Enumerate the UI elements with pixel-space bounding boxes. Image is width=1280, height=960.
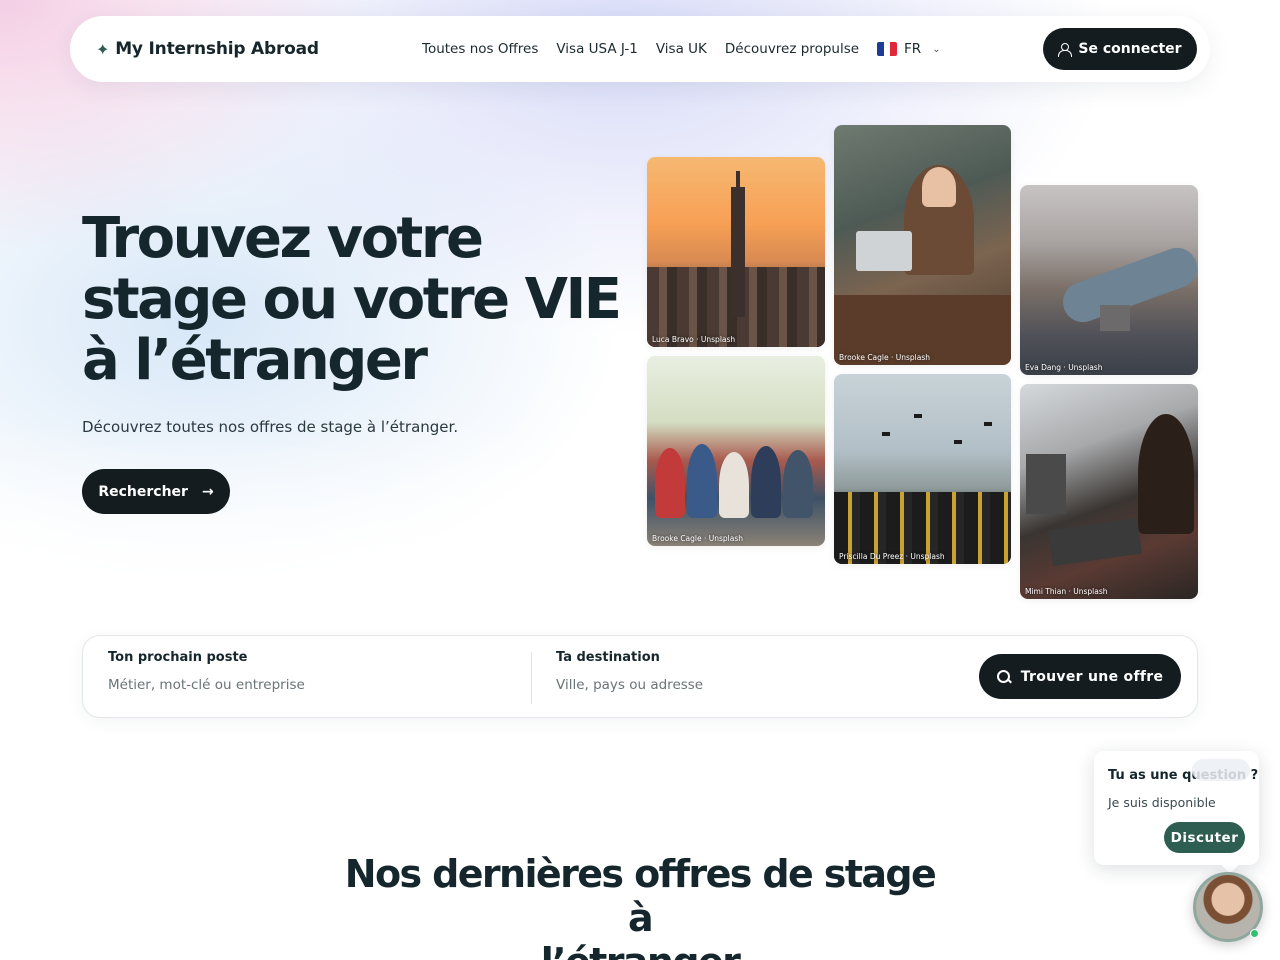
chat-close-button[interactable] [1192, 759, 1250, 781]
find-offer-button[interactable]: Trouver une offre [979, 654, 1181, 699]
section-title-line-2: l’étranger [340, 940, 940, 960]
chat-popup: Tu as une question ? Je suis disponible … [1094, 751, 1259, 865]
chat-discuss-button[interactable]: Discuter [1164, 822, 1245, 853]
graduation-cap-shape [914, 414, 922, 418]
chevron-down-icon: ⌄ [932, 43, 941, 55]
language-selector[interactable]: FR ⌄ [877, 41, 941, 57]
nav-link-propulse[interactable]: Découvrez propulse [725, 41, 859, 57]
person-shape [1138, 414, 1194, 534]
hero-title-line-2: stage ou votre VIE [82, 267, 622, 332]
nav-link-visa-uk[interactable]: Visa UK [656, 41, 707, 57]
person-face-shape [922, 167, 956, 207]
person-shape [783, 450, 813, 518]
france-flag-icon [877, 42, 898, 56]
photo-credit: Priscilla Du Preez · Unsplash [839, 552, 945, 561]
latest-offers-title: Nos dernières offres de stage à l’étrang… [340, 852, 940, 960]
photo-credit: Brooke Cagle · Unsplash [839, 353, 931, 362]
photo-credit: Mimi Thian · Unsplash [1025, 587, 1108, 596]
destination-input[interactable]: Ville, pays ou adresse [556, 677, 703, 693]
job-input[interactable]: Métier, mot-clé ou entreprise [108, 677, 305, 693]
person-shape [719, 452, 749, 518]
sparkle-icon: ✦ [96, 39, 110, 59]
photo-credit: Eva Dang · Unsplash [1025, 363, 1103, 372]
search-icon [996, 669, 1011, 684]
graduation-cap-shape [882, 432, 890, 436]
nav-link-visa-usa[interactable]: Visa USA J-1 [556, 41, 637, 57]
person-shape [655, 448, 685, 518]
language-label: FR [904, 41, 922, 57]
photo-graduation: Priscilla Du Preez · Unsplash [834, 374, 1011, 564]
nav-link-offers[interactable]: Toutes nos Offres [422, 41, 538, 57]
nav-links: Toutes nos Offres Visa USA J-1 Visa UK D… [422, 16, 941, 82]
job-field-label: Ton prochain poste [108, 650, 248, 665]
photo-credit: Luca Bravo · Unsplash [652, 335, 736, 344]
hero-title-line-1: Trouvez votre [82, 206, 484, 271]
login-button[interactable]: Se connecter [1043, 28, 1197, 70]
graduation-cap-shape [984, 422, 992, 426]
field-divider [531, 652, 532, 704]
offer-search-bar: Ton prochain poste Métier, mot-clé ou en… [82, 635, 1198, 718]
bridge-shape [1100, 305, 1130, 331]
search-cta-button[interactable]: Rechercher → [82, 469, 230, 514]
monitor-shape [1026, 454, 1066, 514]
destination-field-label: Ta destination [556, 650, 660, 665]
tower-shape [731, 187, 745, 317]
search-cta-label: Rechercher [98, 483, 188, 500]
keyboard-shape [1047, 517, 1143, 567]
hero-title-line-3: à l’étranger [82, 328, 428, 393]
photo-credit: Brooke Cagle · Unsplash [652, 534, 744, 543]
job-field[interactable]: Ton prochain poste Métier, mot-clé ou en… [108, 650, 305, 693]
brand-logo[interactable]: ✦ My Internship Abroad [96, 16, 319, 82]
laptop-shape [856, 231, 912, 271]
photo-new-york: Luca Bravo · Unsplash [647, 157, 825, 347]
chat-status: Je suis disponible [1108, 795, 1216, 810]
online-status-icon [1250, 929, 1259, 938]
person-shape [751, 446, 781, 518]
tower-spire-shape [736, 171, 740, 191]
photo-students-laptop: Brooke Cagle · Unsplash [834, 125, 1011, 365]
section-title-line-1: Nos dernières offres de stage à [344, 852, 937, 940]
destination-field[interactable]: Ta destination Ville, pays ou adresse [556, 650, 703, 693]
photo-friends-group: Brooke Cagle · Unsplash [647, 356, 825, 546]
photo-london: Eva Dang · Unsplash [1020, 185, 1198, 375]
graduation-cap-shape [954, 440, 962, 444]
top-navbar: ✦ My Internship Abroad Toutes nos Offres… [70, 16, 1210, 82]
brand-name: My Internship Abroad [115, 39, 319, 59]
user-icon [1058, 43, 1073, 57]
photo-office-work: Mimi Thian · Unsplash [1020, 384, 1198, 599]
hero-title: Trouvez votre stage ou votre VIE à l’étr… [82, 208, 622, 391]
arrow-right-icon: → [201, 483, 214, 500]
find-offer-label: Trouver une offre [1020, 668, 1164, 685]
person-shape [687, 444, 717, 518]
login-label: Se connecter [1078, 41, 1182, 57]
hero-subtitle: Découvrez toutes nos offres de stage à l… [82, 418, 459, 436]
